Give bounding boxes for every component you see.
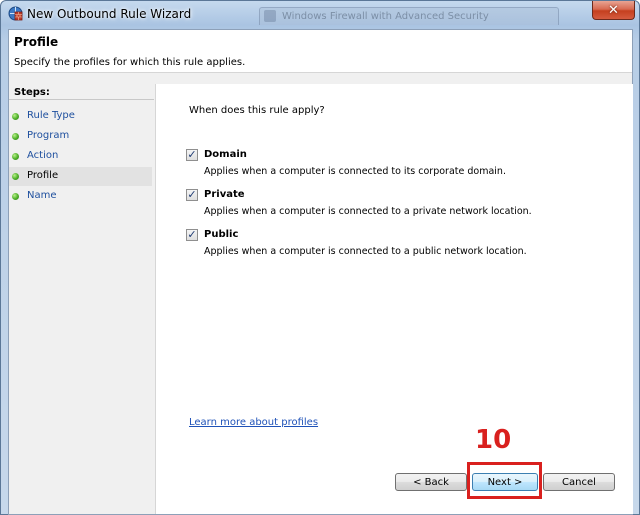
firewall-app-icon [8, 6, 23, 21]
checkmark-icon: ✓ [187, 228, 197, 241]
learn-more-profiles-link[interactable]: Learn more about profiles [189, 417, 318, 428]
step-number-annotation: 10 [475, 425, 512, 455]
option-description: Applies when a computer is connected to … [204, 166, 506, 177]
back-button[interactable]: < Back [395, 473, 467, 491]
private-checkbox[interactable]: ✓ [186, 188, 198, 201]
profile-option-public: ✓ Public Applies when a computer is conn… [186, 228, 606, 265]
step-status-icon [12, 133, 19, 140]
option-description: Applies when a computer is connected to … [204, 206, 532, 217]
cancel-button[interactable]: Cancel [543, 473, 615, 491]
step-status-icon [12, 173, 19, 180]
window-title: New Outbound Rule Wizard [27, 7, 192, 21]
wizard-window: New Outbound Rule Wizard Windows Firewal… [0, 0, 640, 515]
step-profile[interactable]: Profile [9, 167, 152, 186]
main-panel: When does this rule apply? ✓ Domain Appl… [155, 84, 633, 514]
step-name[interactable]: Name [9, 187, 152, 206]
public-checkbox[interactable]: ✓ [186, 228, 198, 241]
step-program[interactable]: Program [9, 127, 152, 146]
step-label: Rule Type [27, 110, 75, 121]
step-rule-type[interactable]: Rule Type [9, 107, 152, 126]
option-description: Applies when a computer is connected to … [204, 246, 527, 257]
page-subtitle: Specify the profiles for which this rule… [14, 57, 246, 68]
background-window-tab: Windows Firewall with Advanced Security [259, 7, 559, 25]
step-label: Name [27, 190, 57, 201]
wizard-client-area: Profile Specify the profiles for which t… [8, 29, 633, 515]
background-window-title: Windows Firewall with Advanced Security [282, 11, 489, 22]
background-window-icon [264, 10, 276, 22]
step-action[interactable]: Action [9, 147, 152, 166]
checkmark-icon: ✓ [187, 188, 197, 201]
option-name: Domain [204, 149, 247, 160]
page-title: Profile [14, 35, 59, 49]
step-label: Profile [27, 170, 59, 181]
close-icon: ✕ [608, 2, 619, 18]
rule-apply-question: When does this rule apply? [189, 105, 325, 116]
steps-divider [9, 99, 154, 100]
steps-panel: Steps: Rule Type Program Action Profile … [9, 84, 154, 514]
option-name: Private [204, 189, 245, 200]
option-name: Public [204, 229, 239, 240]
checkmark-icon: ✓ [187, 148, 197, 161]
close-button[interactable]: ✕ [592, 1, 635, 20]
step-label: Action [27, 150, 59, 161]
profile-option-domain: ✓ Domain Applies when a computer is conn… [186, 148, 606, 185]
step-label: Program [27, 130, 70, 141]
profile-option-private: ✓ Private Applies when a computer is con… [186, 188, 606, 225]
domain-checkbox[interactable]: ✓ [186, 148, 198, 161]
wizard-header: Profile Specify the profiles for which t… [9, 30, 632, 73]
step-status-icon [12, 193, 19, 200]
steps-title: Steps: [14, 87, 50, 98]
next-button-highlight [467, 462, 542, 499]
step-status-icon [12, 153, 19, 160]
title-bar[interactable]: New Outbound Rule Wizard Windows Firewal… [1, 1, 639, 27]
step-status-icon [12, 113, 19, 120]
